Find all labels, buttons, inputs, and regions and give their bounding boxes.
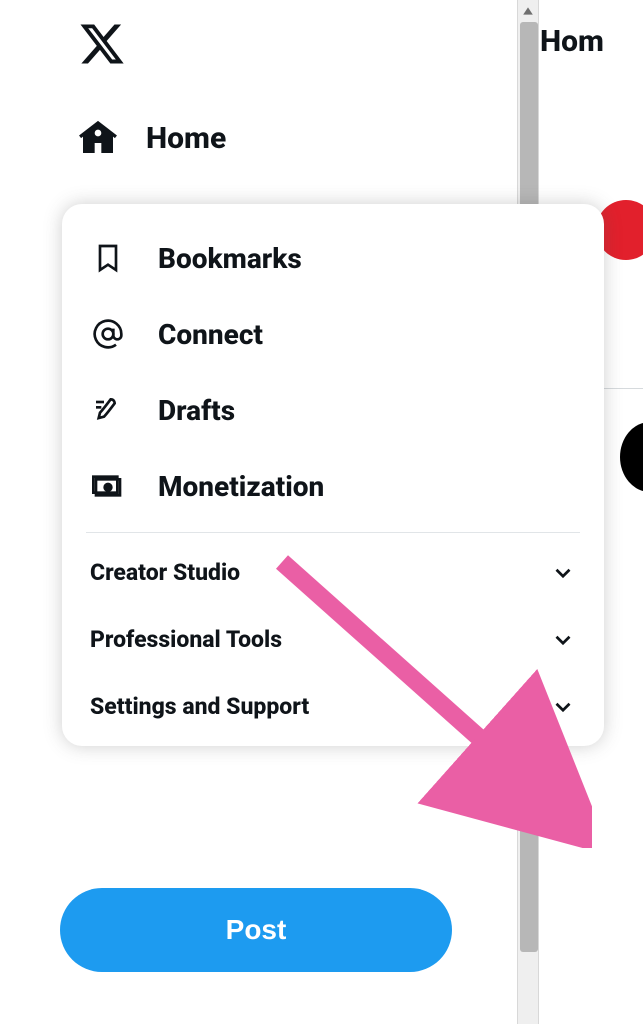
menu-monetization-label: Monetization bbox=[158, 470, 324, 503]
bookmark-icon bbox=[90, 240, 126, 276]
menu-creator-studio[interactable]: Creator Studio bbox=[62, 539, 604, 606]
menu-monetization[interactable]: Monetization bbox=[62, 448, 604, 524]
scroll-up-icon[interactable] bbox=[518, 0, 538, 22]
menu-professional-tools-label: Professional Tools bbox=[90, 626, 282, 653]
chevron-down-icon bbox=[550, 627, 576, 653]
menu-professional-tools[interactable]: Professional Tools bbox=[62, 606, 604, 673]
post-button-label: Post bbox=[226, 914, 287, 945]
menu-settings-support-label: Settings and Support bbox=[90, 693, 309, 720]
monetization-icon bbox=[90, 468, 126, 504]
right-header: Hom bbox=[540, 0, 643, 59]
menu-settings-support[interactable]: Settings and Support bbox=[62, 673, 604, 740]
menu-connect-label: Connect bbox=[158, 318, 263, 351]
menu-bookmarks-label: Bookmarks bbox=[158, 242, 302, 275]
menu-divider bbox=[86, 532, 580, 533]
avatar-peek bbox=[620, 422, 643, 492]
chevron-down-icon bbox=[550, 560, 576, 586]
more-menu-popover: Bookmarks Connect Drafts Monetization Cr… bbox=[62, 204, 604, 746]
x-logo-icon[interactable] bbox=[78, 53, 126, 72]
menu-connect[interactable]: Connect bbox=[62, 296, 604, 372]
menu-creator-studio-label: Creator Studio bbox=[90, 559, 240, 586]
menu-bookmarks[interactable]: Bookmarks bbox=[62, 220, 604, 296]
home-icon bbox=[78, 118, 118, 158]
right-header-label: Hom bbox=[540, 24, 604, 59]
post-button[interactable]: Post bbox=[60, 888, 452, 972]
nav-home-label: Home bbox=[146, 121, 226, 156]
drafts-icon bbox=[90, 392, 126, 428]
at-icon bbox=[90, 316, 126, 352]
menu-drafts-label: Drafts bbox=[158, 394, 235, 427]
nav-home[interactable]: Home bbox=[78, 104, 520, 172]
menu-drafts[interactable]: Drafts bbox=[62, 372, 604, 448]
chevron-down-icon bbox=[550, 694, 576, 720]
logo-row bbox=[78, 0, 520, 104]
